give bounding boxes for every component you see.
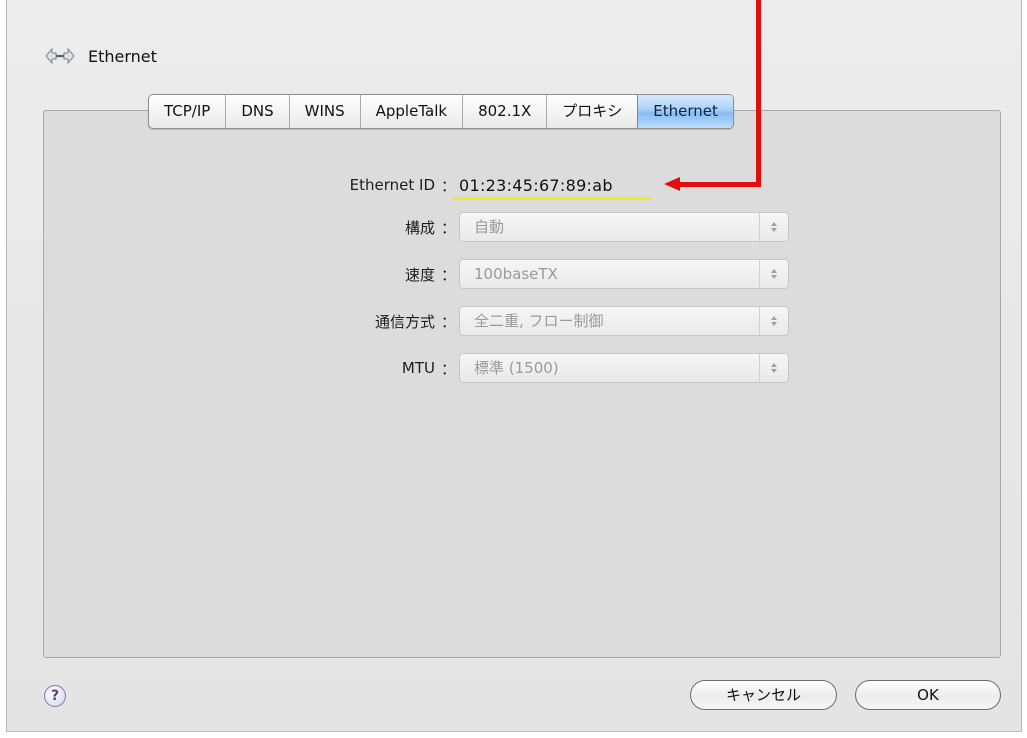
- tab-appletalk[interactable]: AppleTalk: [359, 95, 462, 128]
- tab-bar: TCP/IP DNS WINS AppleTalk 802.1X プロキシ Et…: [148, 94, 734, 129]
- tab-8021x[interactable]: 802.1X: [462, 95, 546, 128]
- stepper-arrows-icon: [759, 354, 788, 382]
- stepper-arrows-icon: [759, 307, 788, 335]
- ethernet-id-label: Ethernet ID: [349, 176, 435, 194]
- colon: ：: [441, 265, 457, 284]
- ethernet-id-value: 01:23:45:67:89:ab: [459, 175, 613, 195]
- mtu-select[interactable]: 標準 (1500): [459, 353, 789, 383]
- config-row: 構成 ： 自動: [278, 212, 789, 242]
- speed-select[interactable]: 100baseTX: [459, 259, 789, 289]
- mtu-label: MTU: [401, 359, 435, 377]
- duplex-row: 通信方式 ： 全二重, フロー制御: [278, 306, 789, 336]
- ok-button[interactable]: OK: [855, 680, 1001, 710]
- colon: ：: [441, 312, 457, 331]
- colon: ：: [441, 218, 457, 237]
- speed-label: 速度: [404, 265, 435, 284]
- window-title: Ethernet: [88, 46, 157, 66]
- duplex-select[interactable]: 全二重, フロー制御: [459, 306, 789, 336]
- stepper-arrows-icon: [759, 260, 788, 288]
- colon: ：: [441, 359, 457, 378]
- tab-ethernet[interactable]: Ethernet: [637, 95, 733, 128]
- tab-wins[interactable]: WINS: [288, 95, 360, 128]
- colon: ：: [441, 176, 457, 195]
- stepper-arrows-icon: [759, 213, 788, 241]
- cancel-button[interactable]: キャンセル: [690, 680, 837, 710]
- annotation-arrow-shaft-vertical: [756, 0, 761, 186]
- config-label: 構成: [404, 218, 435, 237]
- highlight-underline: [453, 197, 651, 200]
- tab-dns[interactable]: DNS: [225, 95, 288, 128]
- config-select[interactable]: 自動: [459, 212, 789, 242]
- ethernet-id-row: Ethernet ID ： 01:23:45:67:89:ab: [278, 170, 613, 200]
- speed-value: 100baseTX: [474, 265, 558, 283]
- window-header: Ethernet: [44, 42, 157, 70]
- mtu-value: 標準 (1500): [474, 359, 559, 377]
- tab-proxy[interactable]: プロキシ: [546, 95, 637, 128]
- network-globe-icon: [45, 47, 75, 65]
- tab-tcpip[interactable]: TCP/IP: [149, 95, 225, 128]
- mtu-row: MTU ： 標準 (1500): [278, 353, 789, 383]
- help-button[interactable]: ?: [44, 685, 66, 707]
- annotation-arrow-head-icon: [664, 177, 680, 191]
- speed-row: 速度 ： 100baseTX: [278, 259, 789, 289]
- duplex-value: 全二重, フロー制御: [474, 312, 604, 330]
- duplex-label: 通信方式: [374, 312, 435, 331]
- config-value: 自動: [474, 218, 505, 236]
- annotation-arrow-shaft-horizontal: [678, 182, 761, 187]
